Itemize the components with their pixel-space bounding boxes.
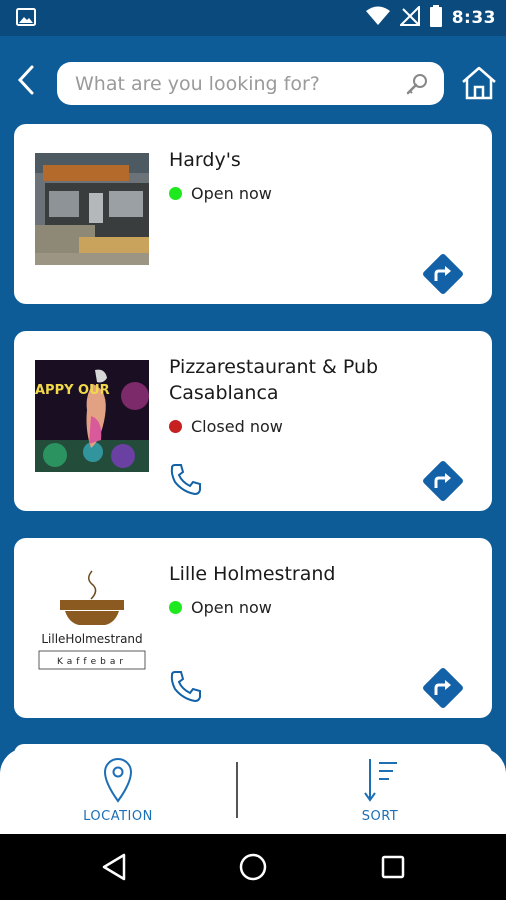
listing-card[interactable]: LilleHolmestrand Kaffebar Lille Holmestr… (14, 538, 492, 718)
clock: 8:33 (451, 8, 496, 28)
listing-name[interactable]: Hardy's (169, 147, 469, 173)
sort-icon (364, 759, 397, 802)
call-button[interactable] (169, 669, 203, 703)
circle-home-icon (239, 853, 267, 881)
system-navigation-bar (0, 834, 506, 900)
sort-button[interactable]: SORT (330, 748, 430, 834)
nav-recents-button[interactable] (376, 850, 410, 884)
search-input[interactable]: What are you looking for? (75, 73, 402, 95)
listing-card[interactable]: Hardy's Open now (14, 124, 492, 304)
no-signal-icon (398, 4, 420, 30)
listing-thumbnail: LilleHolmestrand Kaffebar (35, 567, 149, 679)
directions-icon (423, 254, 463, 294)
home-icon (462, 66, 496, 100)
listing-card[interactable]: APPY OUR Pizzarestaurant & Pub Casablanc… (14, 331, 492, 511)
logo-subtext: Kaffebar (57, 657, 127, 667)
nav-home-button[interactable] (236, 850, 270, 884)
listing-status: Closed now (169, 417, 283, 436)
listing-name[interactable]: Lille Holmestrand (169, 561, 469, 587)
sort-label: SORT (361, 809, 399, 824)
status-text: Closed now (191, 417, 283, 436)
status-dot (169, 601, 182, 614)
divider (236, 762, 238, 818)
wifi-icon (365, 6, 390, 30)
triangle-back-icon (102, 853, 126, 881)
listing-name[interactable]: Pizzarestaurant & Pub Casablanca (169, 354, 469, 406)
top-bar: What are you looking for? (0, 36, 506, 126)
square-recents-icon (381, 855, 405, 879)
happy-hour-text: APPY OUR (35, 383, 110, 398)
nav-back-button[interactable] (97, 850, 131, 884)
logo-text: LilleHolmestrand (41, 632, 142, 646)
status-bar: 8:33 (0, 0, 506, 36)
directions-button[interactable] (421, 459, 465, 503)
bottom-action-bar: LOCATION SORT (0, 748, 506, 834)
status-dot (169, 420, 182, 433)
back-button[interactable] (10, 62, 42, 98)
chevron-left-icon (17, 65, 34, 95)
location-label: LOCATION (83, 809, 153, 824)
directions-icon (423, 668, 463, 708)
listing-thumbnail: APPY OUR (35, 360, 149, 472)
home-button[interactable] (458, 62, 500, 104)
location-pin-icon (103, 758, 133, 803)
listing-status: Open now (169, 598, 272, 617)
listing-thumbnail (35, 153, 149, 265)
battery-icon (429, 5, 442, 31)
directions-button[interactable] (421, 666, 465, 710)
status-text: Open now (191, 598, 272, 617)
phone-icon (170, 464, 201, 496)
search-key-icon[interactable] (402, 69, 432, 99)
directions-button[interactable] (421, 252, 465, 296)
status-dot (169, 187, 182, 200)
call-button[interactable] (169, 462, 203, 496)
search-bar[interactable]: What are you looking for? (57, 62, 444, 105)
image-notification-icon (16, 8, 36, 26)
location-button[interactable]: LOCATION (60, 748, 176, 834)
directions-icon (423, 461, 463, 501)
status-text: Open now (191, 184, 272, 203)
listing-status: Open now (169, 184, 272, 203)
phone-icon (170, 671, 201, 703)
